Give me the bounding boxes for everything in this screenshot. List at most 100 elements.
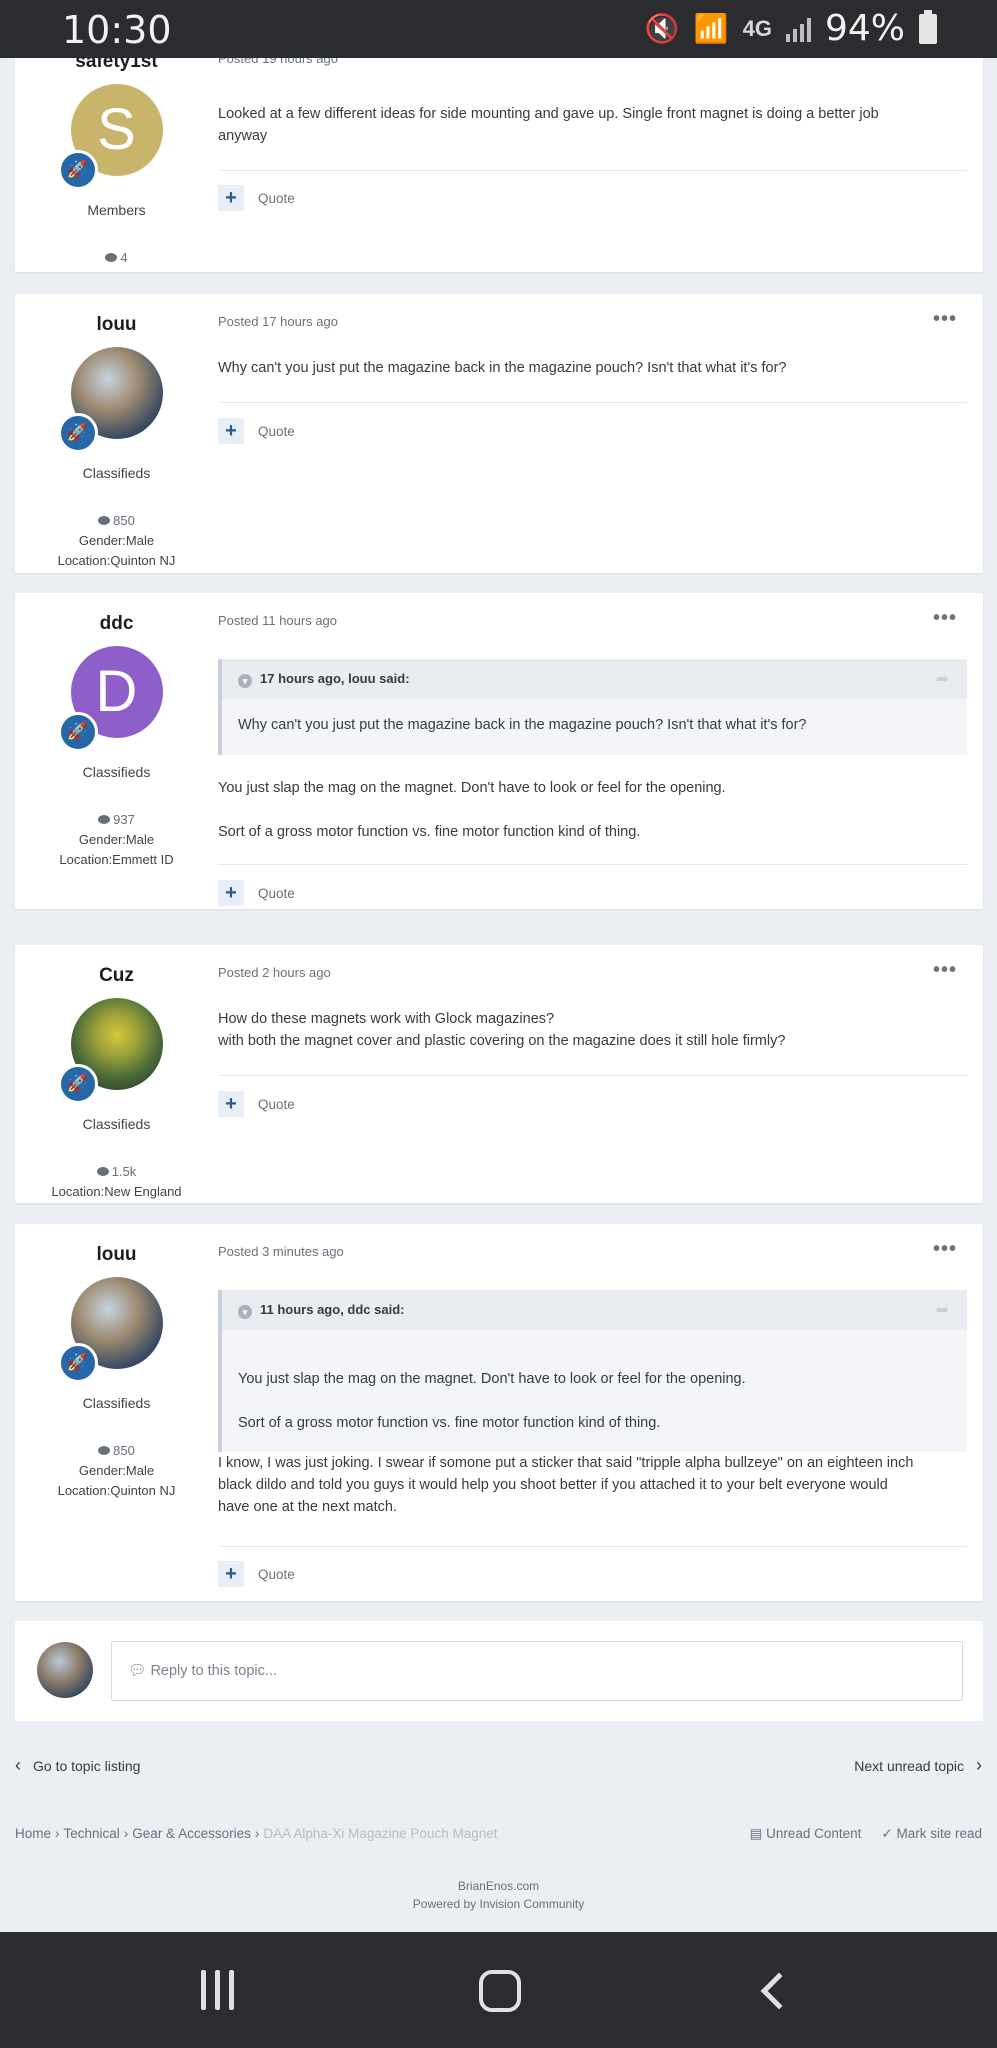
share-arrow-icon[interactable]: ➦ bbox=[936, 669, 949, 689]
post-body: Looked at a few different ideas for side… bbox=[218, 103, 879, 147]
breadcrumb-separator-icon: › bbox=[55, 1826, 60, 1841]
share-arrow-icon[interactable]: ➦ bbox=[936, 1300, 949, 1320]
divider bbox=[218, 170, 967, 171]
avatar[interactable]: 🚀 bbox=[57, 1277, 163, 1383]
mark-read-label: Mark site read bbox=[896, 1826, 982, 1841]
mark-site-read-link[interactable]: ✓ Mark site read bbox=[881, 1826, 982, 1842]
next-link-label: Next unread topic bbox=[854, 1758, 964, 1774]
breadcrumb-home[interactable]: Home bbox=[15, 1826, 51, 1841]
post-count-value: 4 bbox=[120, 250, 128, 265]
avatar[interactable]: 🚀 bbox=[57, 998, 163, 1104]
post-menu-icon[interactable]: ••• bbox=[933, 607, 957, 630]
multiquote-plus-button[interactable]: + bbox=[218, 185, 244, 211]
post: Cuz 🚀 Classifieds 1.5k Location:New Engl… bbox=[15, 945, 983, 1203]
unread-content-link[interactable]: ▤ Unread Content bbox=[750, 1826, 862, 1842]
quote-header[interactable]: ▾ 11 hours ago, ddc said: bbox=[222, 1290, 967, 1330]
post-text-line: I know, I was just joking. I swear if so… bbox=[218, 1455, 914, 1471]
rank-rocket-icon: 🚀 bbox=[57, 712, 98, 752]
quote-citation: 17 hours ago, louu said: bbox=[260, 671, 410, 686]
breadcrumb-separator-icon: › bbox=[254, 1826, 260, 1841]
mute-icon: 🔇 bbox=[644, 13, 680, 44]
avatar[interactable]: S 🚀 bbox=[57, 84, 163, 190]
wifi-icon: 📶 bbox=[693, 13, 729, 44]
author-name[interactable]: louu bbox=[15, 1244, 218, 1266]
post-menu-icon[interactable]: ••• bbox=[933, 58, 957, 68]
back-icon[interactable] bbox=[760, 1972, 798, 2010]
post-timestamp[interactable]: Posted 2 hours ago bbox=[218, 965, 331, 980]
divider bbox=[218, 1075, 967, 1076]
signal-icon bbox=[785, 16, 811, 42]
divider bbox=[218, 864, 967, 865]
quote-text: You just slap the mag on the magnet. Don… bbox=[238, 1368, 951, 1434]
author-location: Location:Quinton NJ bbox=[57, 1483, 176, 1498]
comment-icon: 💬︎ bbox=[128, 1663, 151, 1679]
reply-panel: 💬︎ Reply to this topic... bbox=[15, 1621, 983, 1721]
reply-input[interactable]: 💬︎ Reply to this topic... bbox=[111, 1641, 963, 1701]
multiquote-plus-button[interactable]: + bbox=[218, 1091, 244, 1117]
quote-button[interactable]: Quote bbox=[258, 191, 295, 206]
comment-icon bbox=[105, 253, 118, 262]
post-menu-icon[interactable]: ••• bbox=[933, 1238, 957, 1261]
post-timestamp[interactable]: Posted 17 hours ago bbox=[218, 314, 338, 329]
quote-header[interactable]: ▾ 17 hours ago, louu said: bbox=[222, 659, 967, 699]
post-actions: + Quote bbox=[218, 418, 295, 444]
post-menu-icon[interactable]: ••• bbox=[933, 959, 957, 982]
blockquote: ▾ 11 hours ago, ddc said: ➦ You just slap… bbox=[218, 1290, 967, 1452]
author-stats: 937 Gender:Male Location:Emmett ID bbox=[15, 810, 218, 870]
quote-button[interactable]: Quote bbox=[258, 1097, 295, 1112]
author-group: Classifieds bbox=[82, 1116, 151, 1132]
multiquote-plus-button[interactable]: + bbox=[218, 418, 244, 444]
author-name[interactable]: louu bbox=[15, 314, 218, 336]
post-count: 1.5k bbox=[15, 1162, 218, 1182]
next-unread-topic-link[interactable]: Next unread topic › bbox=[854, 1755, 982, 1776]
post: ddc D 🚀 Classifieds 937 Gender:Male Loca… bbox=[15, 593, 983, 909]
author-gender: Gender:Male bbox=[78, 832, 155, 847]
collapse-icon[interactable]: ▾ bbox=[238, 674, 252, 688]
quote-text-line: You just slap the mag on the magnet. Don… bbox=[238, 1371, 746, 1387]
quote-button[interactable]: Quote bbox=[258, 886, 295, 901]
quote-button[interactable]: Quote bbox=[258, 424, 295, 439]
author-location: Location:New England bbox=[51, 1184, 182, 1199]
avatar-letter: S bbox=[97, 97, 136, 162]
chevron-right-icon: › bbox=[976, 1755, 982, 1775]
post-text-line: with both the magnet cover and plastic c… bbox=[218, 1033, 786, 1049]
post-timestamp[interactable]: Posted 11 hours ago bbox=[218, 613, 337, 628]
post-menu-icon[interactable]: ••• bbox=[933, 308, 957, 331]
home-icon[interactable] bbox=[479, 1970, 521, 2012]
quote-button[interactable]: Quote bbox=[258, 1567, 295, 1582]
author-name[interactable]: safety1st bbox=[15, 58, 218, 73]
post-text-line: How do these magnets work with Glock mag… bbox=[218, 1011, 555, 1027]
post-timestamp[interactable]: Posted 19 hours ago bbox=[218, 58, 338, 66]
prev-link-label: Go to topic listing bbox=[33, 1758, 141, 1774]
post-timestamp[interactable]: Posted 3 minutes ago bbox=[218, 1244, 344, 1259]
blockquote: ▾ 17 hours ago, louu said: ➦ Why can't yo… bbox=[218, 659, 967, 755]
author-name[interactable]: Cuz bbox=[15, 965, 218, 987]
post: safety1st S 🚀 Members 4 Posted 19 hours … bbox=[15, 58, 983, 272]
breadcrumb-technical[interactable]: Technical bbox=[64, 1826, 120, 1841]
rank-rocket-icon: 🚀 bbox=[57, 1064, 98, 1104]
multiquote-plus-button[interactable]: + bbox=[218, 880, 244, 906]
multiquote-plus-button[interactable]: + bbox=[218, 1561, 244, 1587]
rank-rocket-icon: 🚀 bbox=[57, 413, 98, 453]
chevron-left-icon: ‹ bbox=[15, 1755, 21, 1775]
unread-content-label: Unread Content bbox=[766, 1826, 862, 1841]
breadcrumb-gear[interactable]: Gear & Accessories bbox=[132, 1826, 251, 1841]
comment-icon bbox=[98, 516, 111, 525]
post-body: Why can't you just put the magazine back… bbox=[218, 357, 786, 379]
post-actions: + Quote bbox=[218, 880, 295, 906]
avatar[interactable]: 🚀 bbox=[57, 347, 163, 453]
powered-by-link[interactable]: Powered by Invision Community bbox=[0, 1895, 997, 1913]
go-to-topic-listing-link[interactable]: ‹ Go to topic listing bbox=[15, 1755, 140, 1776]
author-group: Classifieds bbox=[82, 465, 151, 481]
current-user-avatar[interactable] bbox=[37, 1642, 93, 1698]
author-location: Location:Emmett ID bbox=[59, 852, 174, 867]
collapse-icon[interactable]: ▾ bbox=[238, 1305, 252, 1319]
battery-percent: 94% bbox=[824, 8, 905, 49]
author-name[interactable]: ddc bbox=[15, 613, 218, 635]
post-author-panel: ddc D 🚀 Classifieds 937 Gender:Male Loca… bbox=[15, 593, 218, 870]
comment-icon bbox=[98, 815, 111, 824]
comment-icon bbox=[98, 1446, 111, 1455]
avatar[interactable]: D 🚀 bbox=[57, 646, 163, 752]
recent-apps-icon[interactable] bbox=[201, 1970, 234, 2010]
network-type: 4G bbox=[742, 15, 772, 41]
